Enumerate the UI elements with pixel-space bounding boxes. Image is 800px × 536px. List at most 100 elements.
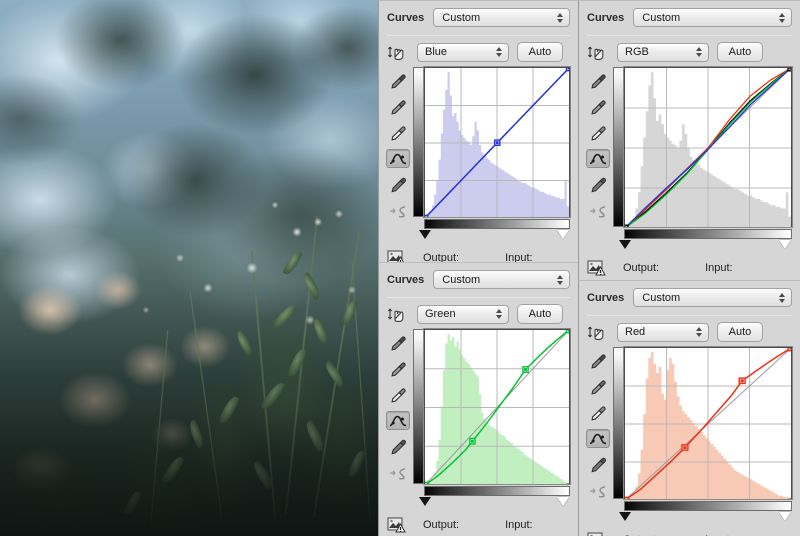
curves-tool-strip <box>583 67 613 252</box>
curve-plot-red[interactable] <box>623 346 793 500</box>
gray-point-eyedropper-icon[interactable] <box>586 377 610 396</box>
black-point-eyedropper-icon[interactable] <box>386 71 410 90</box>
panel-footer: Output: Input: <box>379 509 578 536</box>
curve-graph[interactable] <box>413 328 571 509</box>
chevron-updown-icon <box>696 327 702 337</box>
photo-canvas[interactable] <box>0 0 380 536</box>
black-point-slider[interactable] <box>619 240 631 249</box>
white-point-eyedropper-icon[interactable] <box>586 123 610 142</box>
black-white-point-sliders[interactable] <box>413 496 570 509</box>
smooth-curve-icon[interactable] <box>586 481 610 500</box>
channel-dropdown[interactable]: RGB <box>617 42 709 62</box>
curve-graph[interactable] <box>613 66 793 252</box>
auto-button[interactable]: Auto <box>517 42 563 62</box>
smooth-curve-icon[interactable] <box>386 201 410 220</box>
clipping-warning-icon[interactable] <box>385 515 409 534</box>
preset-dropdown[interactable]: Custom <box>433 270 570 289</box>
preset-dropdown[interactable]: Custom <box>433 8 570 27</box>
clipping-warning-icon[interactable] <box>585 530 609 536</box>
curves-panel-blue[interactable]: Curves Custom Blue Auto Output: Input: <box>378 0 578 265</box>
curves-panel-green[interactable]: Curves Custom Green Auto Output: Input: <box>378 262 578 536</box>
curve-svg <box>425 68 569 218</box>
white-point-eyedropper-icon[interactable] <box>386 123 410 142</box>
channel-dropdown[interactable]: Blue <box>417 42 509 62</box>
targeted-adjustment-icon[interactable] <box>585 43 609 62</box>
gray-point-eyedropper-icon[interactable] <box>586 97 610 116</box>
channel-value: Blue <box>425 46 448 58</box>
chevron-updown-icon <box>557 12 563 23</box>
clipping-warning-icon[interactable] <box>585 258 609 277</box>
channel-value: Red <box>625 326 646 338</box>
channel-row: RGB Auto <box>579 36 800 67</box>
pencil-tool-icon[interactable] <box>586 175 610 194</box>
panel-footer: Output: Input: <box>579 524 800 536</box>
black-point-eyedropper-icon[interactable] <box>386 333 410 352</box>
photo-shadow-base <box>0 0 380 536</box>
channel-row: Blue Auto <box>379 36 578 67</box>
white-point-slider[interactable] <box>557 230 569 239</box>
curves-panel-red[interactable]: Curves Custom Red Auto <box>578 280 800 536</box>
curve-plot-blue[interactable] <box>423 66 571 218</box>
preset-dropdown[interactable]: Custom <box>633 8 792 27</box>
curve-point-tool-icon[interactable] <box>586 429 610 448</box>
input-label: Input: <box>505 518 533 531</box>
output-gradient-bar <box>413 67 424 217</box>
panel-title: Curves <box>587 291 625 304</box>
preset-value: Custom <box>442 273 481 286</box>
white-point-eyedropper-icon[interactable] <box>386 385 410 404</box>
black-point-slider[interactable] <box>619 512 631 521</box>
black-white-point-sliders[interactable] <box>413 229 570 242</box>
targeted-adjustment-icon[interactable] <box>385 43 409 62</box>
pencil-tool-icon[interactable] <box>386 175 410 194</box>
white-point-slider[interactable] <box>779 240 791 249</box>
panel-header: Curves Custom <box>579 281 800 314</box>
curve-point-tool-icon[interactable] <box>386 411 410 430</box>
panel-header: Curves Custom <box>579 1 800 34</box>
smooth-curve-icon[interactable] <box>386 463 410 482</box>
chevron-updown-icon <box>779 292 785 303</box>
white-point-slider[interactable] <box>779 512 791 521</box>
chevron-updown-icon <box>557 274 563 285</box>
panel-title: Curves <box>587 11 625 24</box>
panel-body <box>379 66 578 242</box>
curve-plot-rgb[interactable] <box>623 66 793 228</box>
curve-graph[interactable] <box>613 346 793 524</box>
black-point-slider[interactable] <box>419 497 431 506</box>
curve-plot-green[interactable] <box>423 328 571 485</box>
gray-point-eyedropper-icon[interactable] <box>386 359 410 378</box>
chevron-updown-icon <box>696 47 702 57</box>
output-gradient-bar <box>613 67 624 227</box>
curve-graph[interactable] <box>413 66 571 242</box>
preset-dropdown[interactable]: Custom <box>633 288 792 307</box>
targeted-adjustment-icon[interactable] <box>385 305 409 324</box>
input-gradient-bar <box>624 229 792 239</box>
auto-button[interactable]: Auto <box>517 304 563 324</box>
auto-button[interactable]: Auto <box>717 42 763 62</box>
curves-panel-rgb[interactable]: Curves Custom RGB Auto Output: Input: <box>578 0 800 280</box>
channel-dropdown[interactable]: Green <box>417 304 509 324</box>
input-label: Input: <box>705 261 733 274</box>
auto-button[interactable]: Auto <box>717 322 763 342</box>
curve-point-tool-icon[interactable] <box>386 149 410 168</box>
gray-point-eyedropper-icon[interactable] <box>386 97 410 116</box>
black-point-eyedropper-icon[interactable] <box>586 71 610 90</box>
channel-value: RGB <box>625 46 649 58</box>
white-point-slider[interactable] <box>557 497 569 506</box>
app-root: Curves Custom Blue Auto Output: Input: C… <box>0 0 800 536</box>
smooth-curve-icon[interactable] <box>586 201 610 220</box>
panel-body <box>579 66 800 252</box>
black-white-point-sliders[interactable] <box>613 511 792 524</box>
chevron-updown-icon <box>496 47 502 57</box>
curves-tool-strip <box>383 329 413 509</box>
black-point-slider[interactable] <box>419 230 431 239</box>
chevron-updown-icon <box>496 309 502 319</box>
pencil-tool-icon[interactable] <box>586 455 610 474</box>
targeted-adjustment-icon[interactable] <box>585 323 609 342</box>
pencil-tool-icon[interactable] <box>386 437 410 456</box>
curve-svg <box>425 330 569 485</box>
channel-dropdown[interactable]: Red <box>617 322 709 342</box>
curve-point-tool-icon[interactable] <box>586 149 610 168</box>
black-point-eyedropper-icon[interactable] <box>586 351 610 370</box>
black-white-point-sliders[interactable] <box>613 239 792 252</box>
white-point-eyedropper-icon[interactable] <box>586 403 610 422</box>
